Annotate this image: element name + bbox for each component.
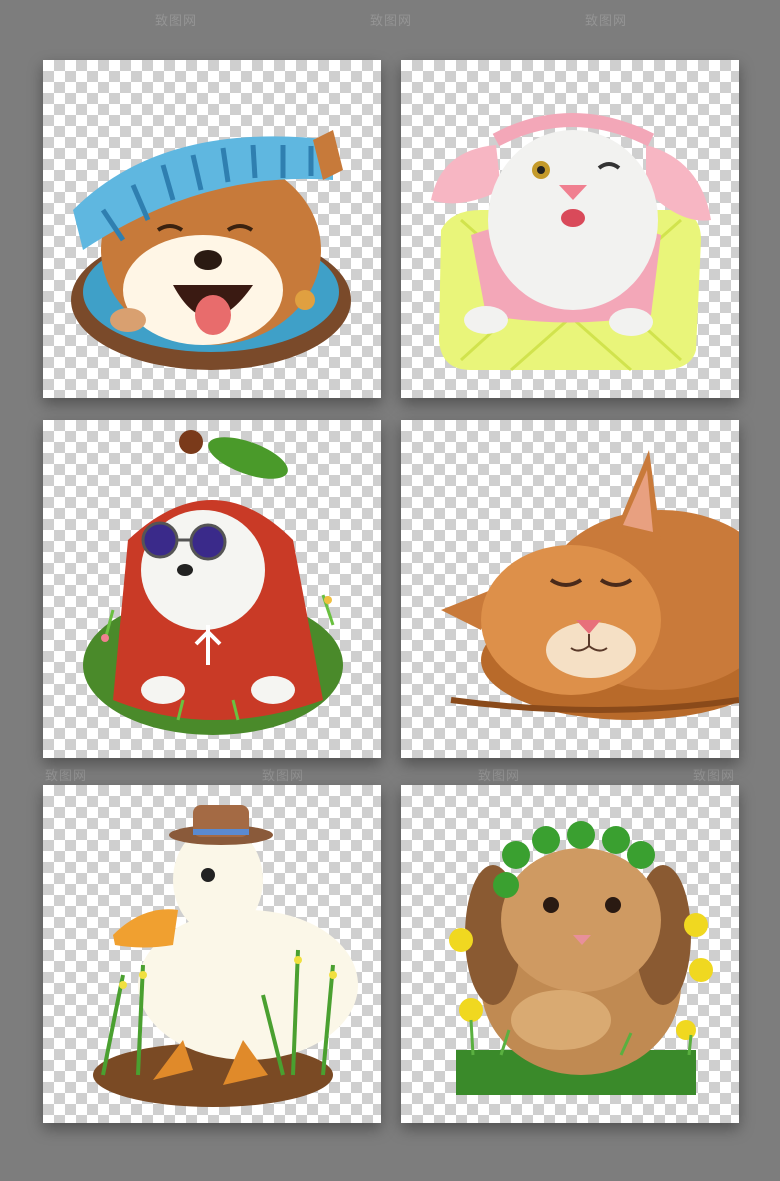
white-duck-hat-illustration <box>93 805 358 1107</box>
watermark-text: 致图网 <box>478 769 521 784</box>
sleeping-orange-cat-illustration <box>441 450 739 720</box>
cat-bunny-hood-tile <box>401 60 739 398</box>
brown-rabbit-tile <box>401 785 739 1123</box>
brown-rabbit-clover-illustration <box>449 821 713 1095</box>
watermark-text: 致图网 <box>262 769 305 784</box>
shiba-dog-illustration <box>71 130 351 370</box>
watermark-text: 致图网 <box>370 14 413 29</box>
shiba-dog-tile <box>43 60 381 398</box>
watermark-text: 致图网 <box>693 769 736 784</box>
watermark-text: 致图网 <box>45 769 88 784</box>
sleeping-cat-tile <box>401 420 739 758</box>
watermark-text: 致图网 <box>155 14 198 29</box>
cat-bunny-hood-illustration <box>431 113 711 372</box>
white-dog-apple-costume-illustration <box>83 430 343 735</box>
white-dog-apple-tile <box>43 420 381 758</box>
white-duck-tile <box>43 785 381 1123</box>
watermark-text: 致图网 <box>585 14 628 29</box>
